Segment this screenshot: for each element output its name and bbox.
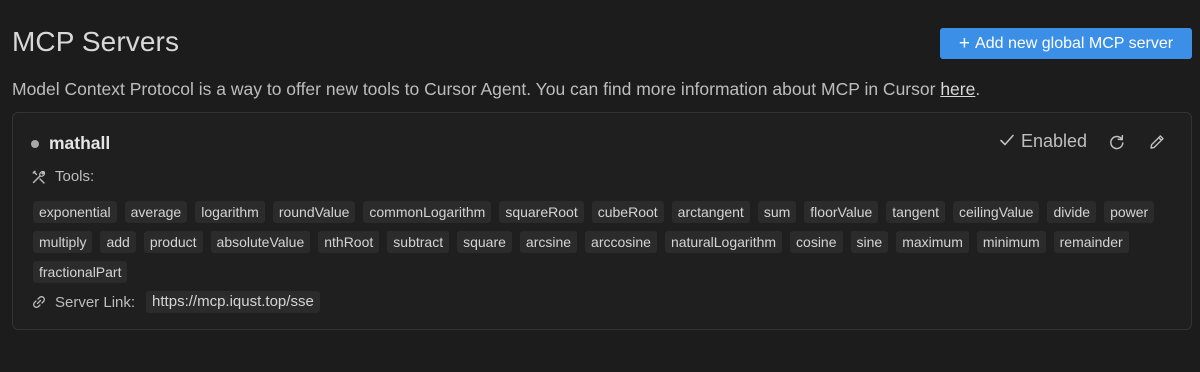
refresh-icon[interactable]	[1107, 132, 1127, 152]
tool-chip: commonLogarithm	[363, 201, 492, 223]
tool-chip: naturalLogarithm	[664, 231, 783, 253]
tool-chip: subtract	[387, 231, 450, 253]
mcp-settings-page: MCP Servers + Add new global MCP server …	[0, 0, 1200, 372]
server-link-row: Server Link: https://mcp.iqust.top/sse	[31, 291, 320, 313]
tool-chip: cubeRoot	[591, 201, 664, 223]
tool-chip: cosine	[790, 231, 843, 253]
tool-chip: floorValue	[804, 201, 879, 223]
tool-chip: square	[457, 231, 512, 253]
tool-chip: arctangent	[671, 201, 750, 223]
server-name: mathall	[49, 133, 111, 153]
tool-chip: tangent	[886, 201, 946, 223]
tool-chip: logarithm	[195, 201, 265, 223]
tool-chip: maximum	[896, 231, 969, 253]
tool-chip: squareRoot	[499, 201, 584, 223]
tool-chip: arcsine	[519, 231, 578, 253]
tool-chip: divide	[1047, 201, 1097, 223]
tool-chip: sum	[757, 201, 797, 223]
tool-chip: remainder	[1053, 231, 1129, 253]
tool-chip: power	[1104, 201, 1155, 223]
mcp-docs-link[interactable]: here	[940, 79, 975, 99]
server-link-label: Server Link:	[55, 293, 136, 311]
tool-chip: fractionalPart	[33, 261, 128, 283]
mcp-server-card: mathall Enabled Tools: exponential avera…	[12, 112, 1192, 330]
tool-chip: roundValue	[272, 201, 356, 223]
server-header: mathall	[31, 133, 110, 154]
tool-chip: nthRoot	[318, 231, 380, 253]
page-description: Model Context Protocol is a way to offer…	[12, 79, 980, 100]
server-link-url[interactable]: https://mcp.iqust.top/sse	[146, 291, 320, 313]
page-title: MCP Servers	[12, 26, 180, 57]
description-text: Model Context Protocol is a way to offer…	[12, 79, 941, 99]
tool-chip: product	[143, 231, 203, 253]
tool-chip: average	[124, 201, 188, 223]
add-global-mcp-server-button[interactable]: + Add new global MCP server	[940, 28, 1192, 59]
tool-chip: add	[100, 231, 136, 253]
tools-label-row: Tools:	[31, 168, 94, 185]
plus-icon: +	[958, 33, 971, 54]
pencil-icon[interactable]	[1147, 132, 1167, 152]
tool-chip: sine	[850, 231, 889, 253]
check-icon	[999, 131, 1015, 152]
status-dot-icon	[31, 139, 39, 148]
tools-icon	[31, 169, 47, 185]
tool-chip: ceilingValue	[953, 201, 1040, 223]
tool-chip: absoluteValue	[210, 231, 311, 253]
tools-label: Tools:	[55, 168, 95, 185]
tool-chip: exponential	[33, 201, 117, 223]
tool-chip: minimum	[976, 231, 1046, 253]
tool-chip: multiply	[33, 231, 93, 253]
tools-list: exponential average logarithm roundValue com…	[33, 201, 1183, 283]
link-icon	[31, 294, 47, 310]
description-end: .	[975, 79, 981, 99]
add-button-label: Add new global MCP server	[975, 34, 1174, 52]
enabled-label: Enabled	[1020, 131, 1087, 151]
tool-chip: arccosine	[585, 231, 657, 253]
enabled-toggle[interactable]: Enabled	[999, 131, 1087, 152]
server-actions: Enabled	[999, 131, 1167, 152]
